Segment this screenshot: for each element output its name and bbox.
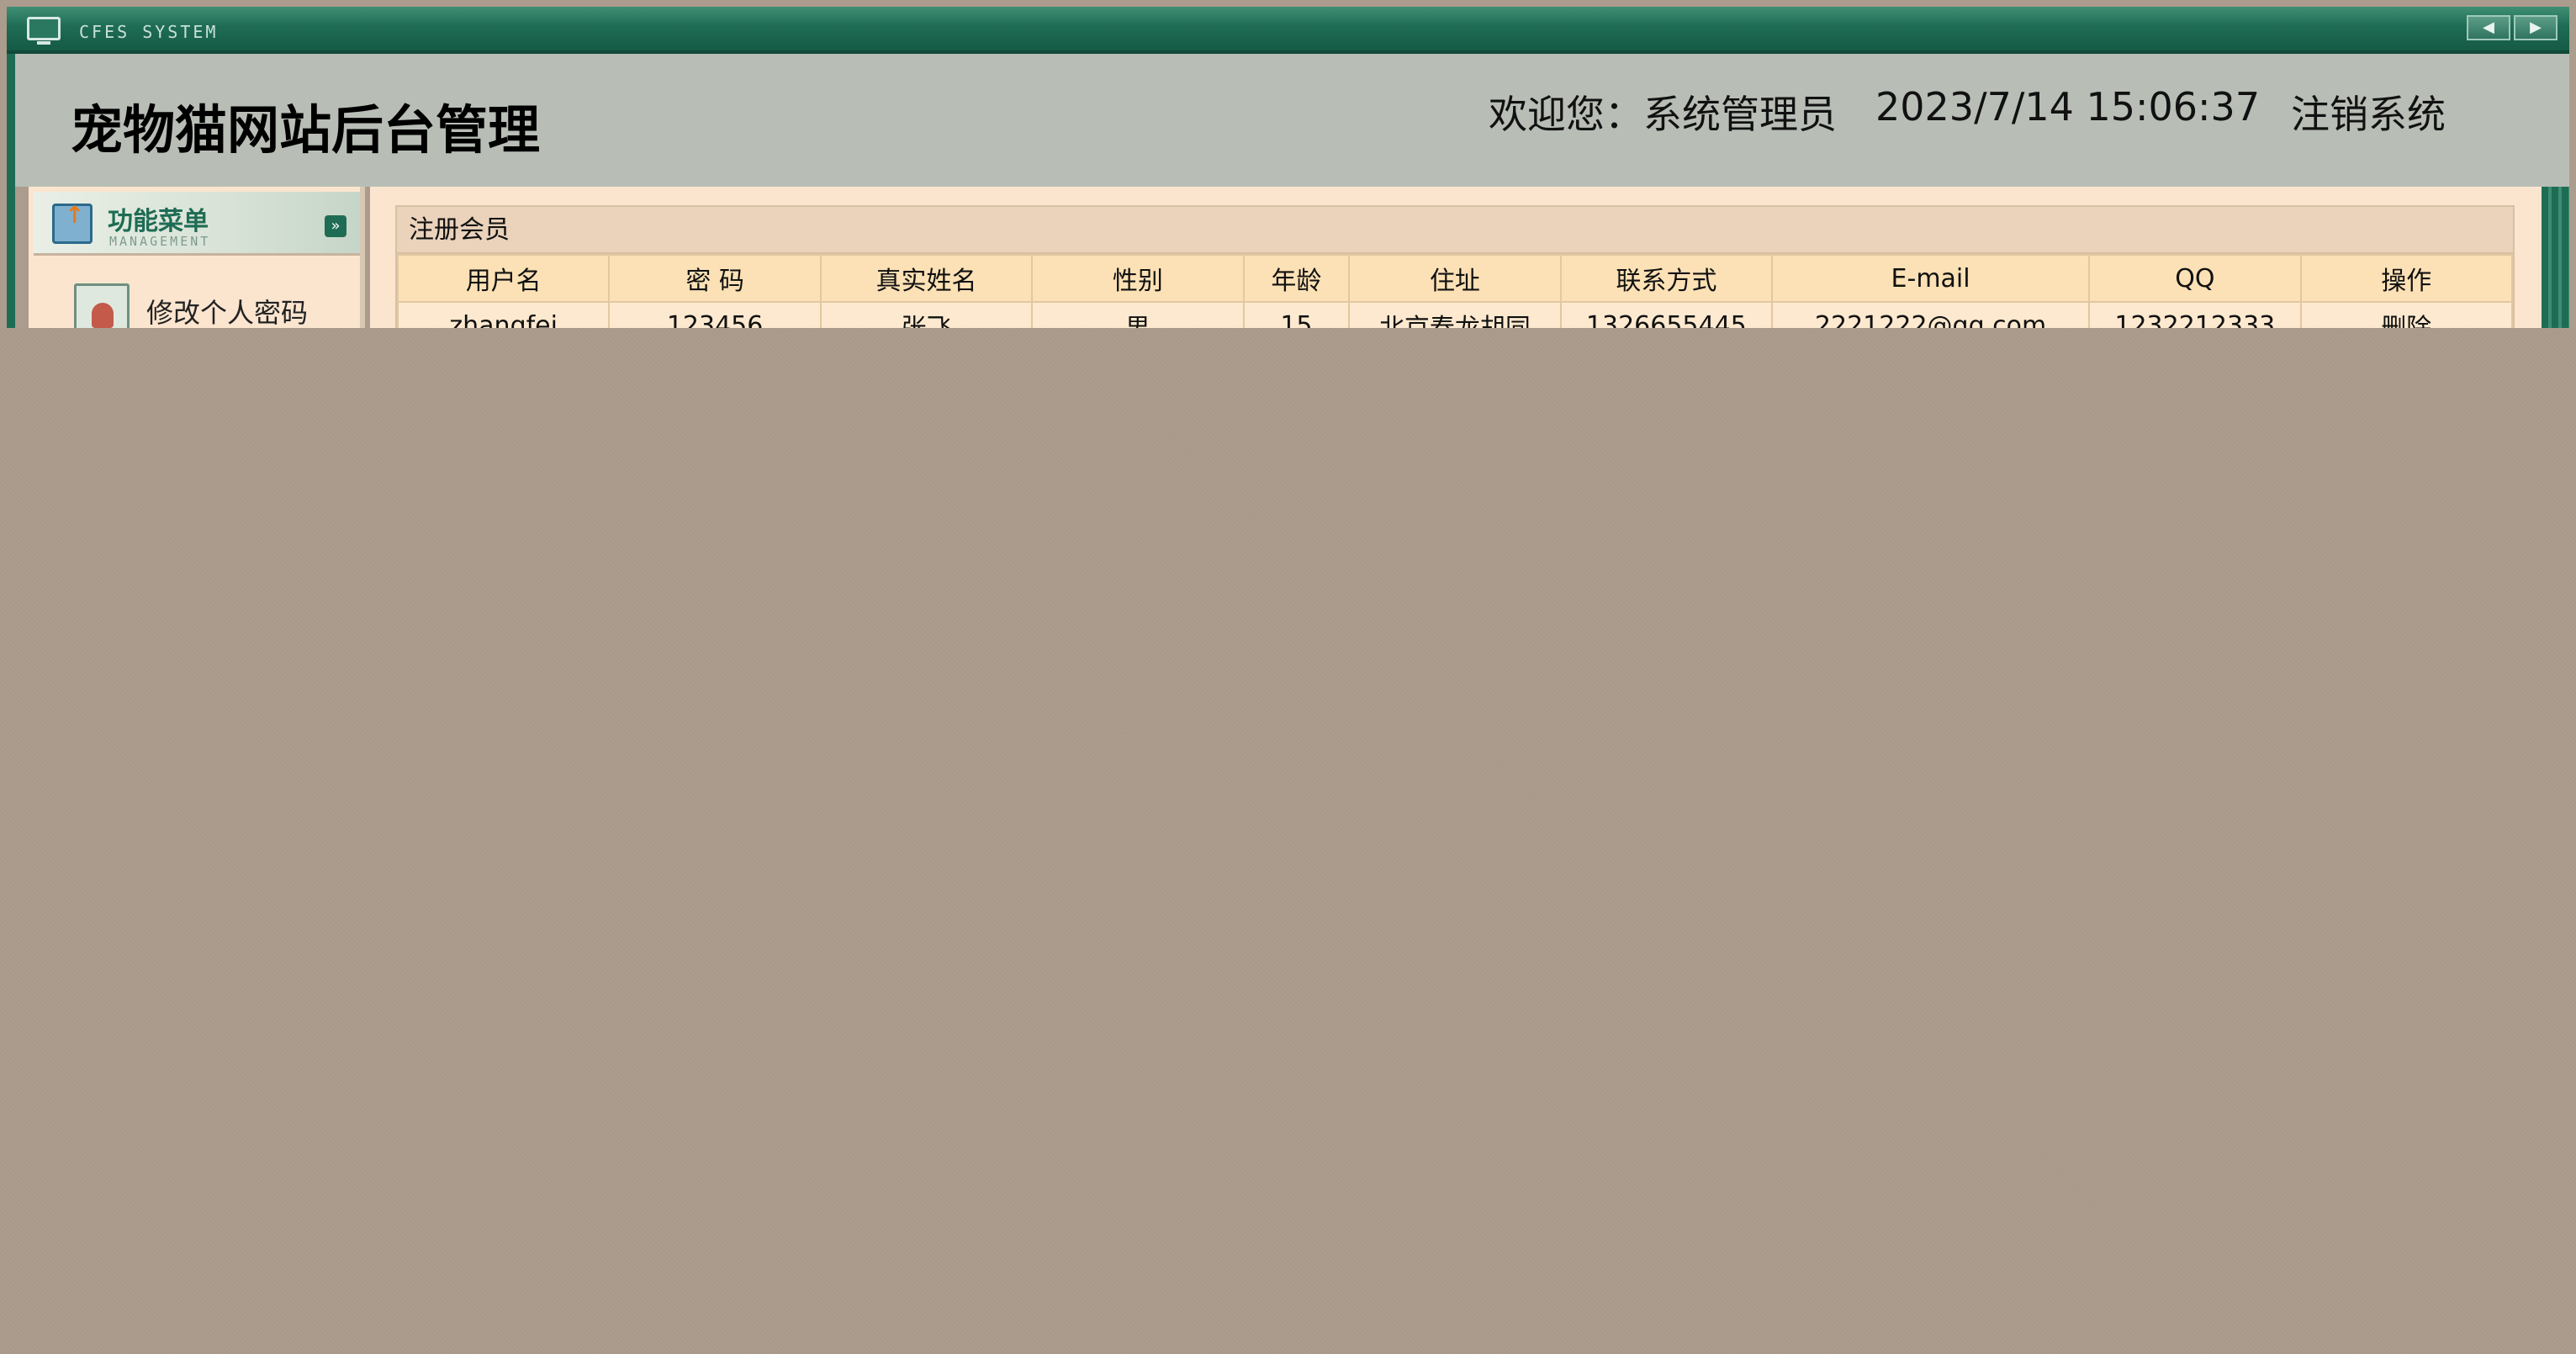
column-header: 用户名	[396, 254, 611, 303]
frame-right-scrollbar[interactable]	[2542, 187, 2569, 328]
column-header: E-mail	[1771, 254, 2091, 303]
column-header: 年龄	[1242, 254, 1351, 303]
upload-box-icon	[52, 201, 93, 244]
sidebar: 功能菜单 MANAGEMENT » 修改个人密码	[29, 187, 365, 339]
frame-left-edge	[7, 187, 15, 328]
chevron-down-icon[interactable]: »	[325, 215, 346, 237]
logout-link[interactable]: 注销系统	[2291, 84, 2446, 140]
column-header: 住址	[1348, 254, 1562, 303]
system-name: CFES SYSTEM	[79, 22, 219, 42]
column-header: 密 码	[608, 254, 822, 303]
page-header: 宠物猫网站后台管理 欢迎您：系统管理员 2023/7/14 15:06:37 注…	[7, 54, 2569, 187]
column-header: 性别	[1031, 254, 1245, 303]
page-title: 宠物猫网站后台管理	[71, 99, 541, 161]
panel-title: 注册会员	[397, 207, 2513, 254]
column-header: 真实姓名	[819, 254, 1034, 303]
current-datetime: 2023/7/14 15:06:37	[1875, 84, 2261, 130]
column-header: 联系方式	[1559, 254, 1774, 303]
next-button[interactable]: ▶	[2514, 15, 2557, 40]
window-nav: ◀ ▶	[2467, 15, 2557, 40]
sidebar-item-label: 修改个人密码	[146, 297, 309, 329]
admin-window: CFES SYSTEM ◀ ▶ 宠物猫网站后台管理 欢迎您：系统管理员 2023…	[0, 0, 2576, 1354]
prev-button[interactable]: ◀	[2467, 15, 2510, 40]
column-header: QQ	[2088, 254, 2302, 303]
table-header-row: 用户名 密 码 真实姓名 性别 年龄 住址 联系方式 E-mail QQ 操作	[396, 254, 2514, 303]
main-content: 注册会员 用户名 密 码 真实姓名 性别 年龄 住址 联系方式 E-mail Q…	[370, 187, 2542, 350]
masked-region	[0, 328, 2576, 1354]
monitor-icon	[27, 17, 61, 45]
menu-subtitle: MANAGEMENT	[109, 234, 211, 249]
menu-title: 功能菜单	[108, 207, 209, 236]
members-panel: 注册会员 用户名 密 码 真实姓名 性别 年龄 住址 联系方式 E-mail Q…	[395, 205, 2515, 350]
menu-header: 功能菜单 MANAGEMENT »	[34, 192, 360, 256]
window-titlebar: CFES SYSTEM ◀ ▶	[7, 7, 2569, 54]
welcome-text: 欢迎您：系统管理员	[1489, 92, 1837, 137]
column-header: 操作	[2299, 254, 2514, 303]
